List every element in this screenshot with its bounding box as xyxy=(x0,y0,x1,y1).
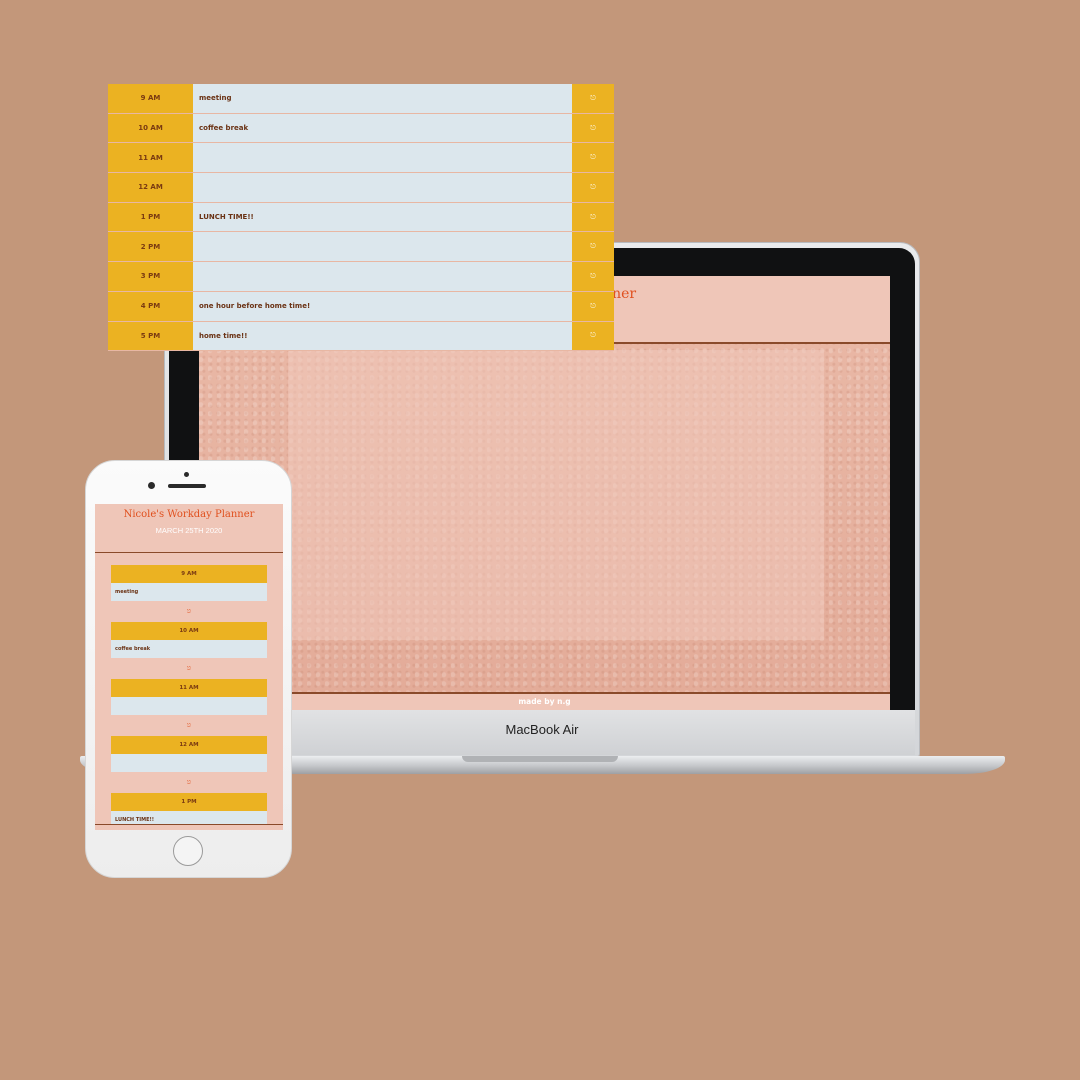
event-text-input[interactable]: home time!! xyxy=(193,321,572,351)
hour-label: 10 AM xyxy=(108,113,193,143)
save-icon: ⎋ xyxy=(187,665,191,672)
save-button[interactable]: ⎋ xyxy=(572,262,614,291)
time-block-row: 9 AM meeting ⎋ xyxy=(108,84,614,114)
mobile-time-block: 10 AM coffee break ⎋ xyxy=(111,622,267,679)
mobile-page-header: Nicole's Workday Planner MARCH 25TH 2020 xyxy=(95,504,283,553)
event-text-input[interactable]: meeting xyxy=(193,84,572,113)
time-block-row: 11 AM ⎋ xyxy=(108,143,614,174)
save-icon: ⎋ xyxy=(590,331,596,340)
hour-label: 12 AM xyxy=(108,173,193,202)
time-block-list: 9 AM meeting ⎋ 10 AM coffee break ⎋ 11 AM ⎋ 12 A… xyxy=(108,84,614,352)
save-button[interactable]: ⎋ xyxy=(572,202,614,232)
mobile-hour-label: 9 AM xyxy=(111,565,267,583)
save-icon: ⎋ xyxy=(187,779,191,786)
event-text-input[interactable] xyxy=(193,232,572,262)
time-block-row: 5 PM home time!! ⎋ xyxy=(108,321,614,352)
event-text-input[interactable] xyxy=(193,173,572,202)
save-button[interactable]: ⎋ xyxy=(572,321,614,351)
phone-speaker xyxy=(168,484,206,488)
save-button[interactable]: ⎋ xyxy=(572,143,614,173)
time-block-row: 4 PM one hour before home time! ⎋ xyxy=(108,291,614,322)
save-icon: ⎋ xyxy=(590,242,596,251)
save-button[interactable]: ⎋ xyxy=(572,84,614,113)
hour-label: 11 AM xyxy=(108,143,193,173)
phone-sensor xyxy=(184,472,189,477)
hour-label: 5 PM xyxy=(108,321,193,351)
mobile-event-text-input[interactable]: meeting xyxy=(111,583,267,601)
time-block-row: 3 PM ⎋ xyxy=(108,262,614,292)
mobile-hour-label: 11 AM xyxy=(111,679,267,697)
mobile-hour-label: 12 AM xyxy=(111,736,267,754)
front-camera-icon xyxy=(148,482,155,489)
mobile-footer-divider xyxy=(95,824,283,830)
laptop-notch xyxy=(462,756,618,762)
mobile-save-button[interactable]: ⎋ xyxy=(111,772,267,793)
event-text-input[interactable] xyxy=(193,262,572,291)
mobile-hour-label: 1 PM xyxy=(111,793,267,811)
save-icon: ⎋ xyxy=(187,722,191,729)
planner-container xyxy=(288,350,824,640)
time-block-row: 2 PM ⎋ xyxy=(108,232,614,263)
mobile-save-button[interactable]: ⎋ xyxy=(111,601,267,622)
event-text-input[interactable] xyxy=(193,143,572,173)
save-button[interactable]: ⎋ xyxy=(572,291,614,321)
mobile-page-title: Nicole's Workday Planner xyxy=(123,509,255,520)
save-icon: ⎋ xyxy=(590,123,596,132)
hour-label: 3 PM xyxy=(108,262,193,291)
mobile-time-block-list: 9 AM meeting ⎋ 10 AM coffee break ⎋ 11 AM ⎋ 12 A… xyxy=(111,565,267,830)
mobile-save-button[interactable]: ⎋ xyxy=(111,658,267,679)
mobile-save-button[interactable]: ⎋ xyxy=(111,715,267,736)
hour-label: 9 AM xyxy=(108,84,193,113)
event-text-input[interactable]: LUNCH TIME!! xyxy=(193,202,572,232)
mobile-time-block: 12 AM ⎋ xyxy=(111,736,267,793)
mobile-hour-label: 10 AM xyxy=(111,622,267,640)
time-block-row: 1 PM LUNCH TIME!! ⎋ xyxy=(108,202,614,233)
mobile-time-block: 9 AM meeting ⎋ xyxy=(111,565,267,622)
home-button[interactable] xyxy=(173,836,203,866)
save-button[interactable]: ⎋ xyxy=(572,232,614,262)
mobile-event-text-input[interactable]: coffee break xyxy=(111,640,267,658)
mobile-current-date: MARCH 25TH 2020 xyxy=(155,526,223,535)
mobile-event-text-input[interactable] xyxy=(111,697,267,715)
event-text-input[interactable]: one hour before home time! xyxy=(193,291,572,321)
save-icon: ⎋ xyxy=(187,608,191,615)
save-button[interactable]: ⎋ xyxy=(572,173,614,202)
hour-label: 1 PM xyxy=(108,202,193,232)
save-button[interactable]: ⎋ xyxy=(572,113,614,143)
save-icon: ⎋ xyxy=(590,212,596,221)
time-block-row: 12 AM ⎋ xyxy=(108,173,614,203)
time-block-row: 10 AM coffee break ⎋ xyxy=(108,113,614,144)
hour-label: 4 PM xyxy=(108,291,193,321)
mobile-time-block: 11 AM ⎋ xyxy=(111,679,267,736)
page-footer: made by n.g xyxy=(199,692,890,710)
hour-label: 2 PM xyxy=(108,232,193,262)
event-text-input[interactable]: coffee break xyxy=(193,113,572,143)
save-icon: ⎋ xyxy=(590,93,596,102)
mobile-event-text-input[interactable] xyxy=(111,754,267,772)
save-icon: ⎋ xyxy=(590,271,596,280)
phone-screen: Nicole's Workday Planner MARCH 25TH 2020… xyxy=(95,504,283,830)
save-icon: ⎋ xyxy=(590,182,596,191)
save-icon: ⎋ xyxy=(590,301,596,310)
save-icon: ⎋ xyxy=(590,153,596,162)
